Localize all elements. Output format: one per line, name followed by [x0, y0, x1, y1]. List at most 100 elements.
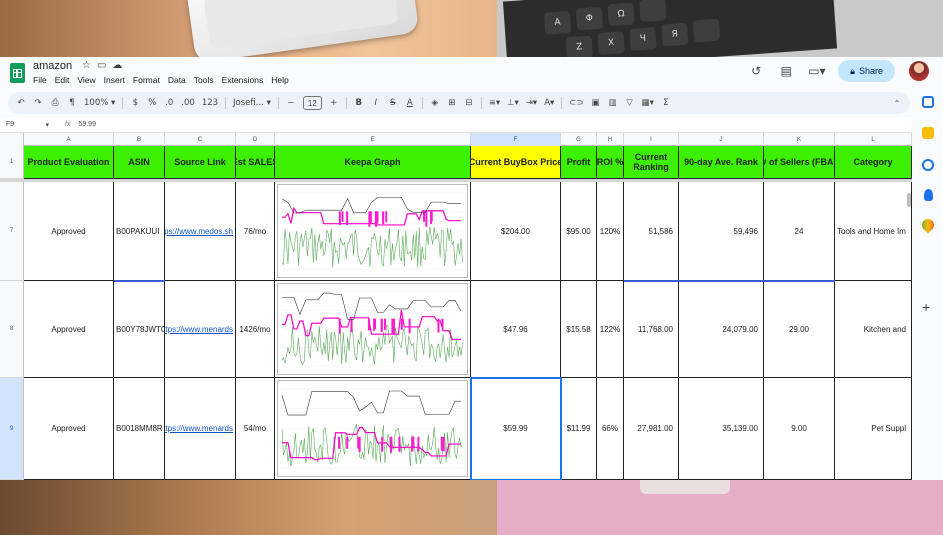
print-icon[interactable]: ⎙ — [50, 98, 60, 108]
menu-extensions[interactable]: Extensions — [222, 75, 264, 85]
sales-cell[interactable]: 76/mo — [236, 182, 275, 281]
column-header-j[interactable]: J — [679, 133, 764, 146]
source-link-cell[interactable]: https://www.menards. — [165, 281, 236, 378]
merge-cells-icon[interactable]: ⊟ — [464, 98, 474, 108]
vertical-align-icon[interactable]: ⊥▾ — [507, 98, 519, 108]
menu-view[interactable]: View — [77, 75, 95, 85]
meet-icon[interactable]: ▭▾ — [808, 64, 825, 78]
keepa-graph-cell[interactable] — [275, 281, 471, 378]
price-cell[interactable]: $204.00 — [471, 182, 561, 281]
column-header-b[interactable]: B — [114, 133, 165, 146]
keepa-graph-cell[interactable] — [275, 378, 471, 480]
avg-rank-cell[interactable]: 35,139.00 — [679, 378, 764, 480]
maps-icon[interactable] — [919, 216, 937, 234]
sellers-cell[interactable]: 24 — [764, 182, 835, 281]
currency-button[interactable]: $ — [130, 98, 140, 108]
move-folder-icon[interactable]: ▭ — [97, 60, 106, 71]
bold-icon[interactable]: B — [354, 98, 364, 108]
menu-file[interactable]: File — [33, 75, 47, 85]
text-rotate-icon[interactable]: A▾ — [544, 98, 554, 108]
category-cell[interactable]: Tools and Home Im — [835, 182, 912, 281]
column-header-i[interactable]: I — [624, 133, 679, 146]
strikethrough-icon[interactable]: S — [388, 98, 398, 108]
menu-insert[interactable]: Insert — [104, 75, 125, 85]
column-header-k[interactable]: K — [764, 133, 835, 146]
redo-icon[interactable]: ↷ — [33, 98, 43, 108]
column-header-g[interactable]: G — [561, 133, 597, 146]
header-cell[interactable]: Product Evaluation — [24, 146, 114, 179]
avg-rank-cell[interactable]: 59,496 — [679, 182, 764, 281]
header-cell[interactable]: Keepa Graph — [275, 146, 471, 179]
evaluation-cell[interactable]: Approved — [24, 378, 114, 480]
name-box[interactable]: F9 ▾ — [0, 121, 55, 129]
roi-cell[interactable]: 66% — [597, 378, 624, 480]
zoom-select[interactable]: 100% ▾ — [84, 98, 115, 108]
category-cell[interactable]: Kitchen and — [835, 281, 912, 378]
document-title[interactable]: amazon — [33, 60, 72, 72]
keepa-graph-cell[interactable] — [275, 182, 471, 281]
price-cell[interactable]: $47.96 — [471, 281, 561, 378]
roi-cell[interactable]: 122% — [597, 281, 624, 378]
source-link-cell[interactable]: https://www.medos.sh — [165, 182, 236, 281]
profit-cell[interactable]: $95.00 — [561, 182, 597, 281]
italic-icon[interactable]: I — [371, 98, 381, 108]
font-size-increase[interactable]: + — [329, 98, 339, 108]
row-header[interactable]: 1 — [0, 146, 24, 179]
column-header-l[interactable]: L — [835, 133, 912, 146]
profit-cell[interactable]: $15.58 — [561, 281, 597, 378]
decrease-decimal-button[interactable]: .0 — [164, 98, 174, 108]
header-cell[interactable]: # of Sellers (FBA) — [764, 146, 835, 179]
asin-cell[interactable]: B00PAKUUI — [114, 182, 165, 281]
rank-cell[interactable]: 27,981.00 — [624, 378, 679, 480]
calendar-icon[interactable] — [922, 96, 934, 108]
category-cell[interactable]: Pet Suppl — [835, 378, 912, 480]
menu-format[interactable]: Format — [133, 75, 160, 85]
column-header-f[interactable]: F — [471, 133, 561, 146]
keepa-graph-image[interactable] — [277, 380, 468, 477]
header-cell[interactable]: Current BuyBox Price — [471, 146, 561, 179]
history-icon[interactable]: ↺ — [748, 64, 764, 78]
header-cell[interactable]: Profit — [561, 146, 597, 179]
font-size-input[interactable]: 12 — [302, 96, 322, 110]
chart-icon[interactable]: ▥ — [608, 98, 618, 108]
fill-color-icon[interactable]: ◈ — [430, 98, 440, 108]
sellers-cell[interactable]: 9.00 — [764, 378, 835, 480]
undo-icon[interactable]: ↶ — [16, 98, 26, 108]
source-link[interactable]: https://www.menards. — [165, 325, 233, 334]
source-link[interactable]: https://www.menards. — [165, 424, 233, 433]
number-format-button[interactable]: 123 — [202, 98, 218, 108]
header-cell[interactable]: Est SALES — [236, 146, 275, 179]
menu-tools[interactable]: Tools — [194, 75, 214, 85]
row-header[interactable]: 9 — [0, 378, 24, 480]
functions-icon[interactable]: Σ — [661, 98, 671, 108]
avg-rank-cell[interactable]: 24,079.00 — [679, 281, 764, 378]
menu-edit[interactable]: Edit — [55, 75, 70, 85]
header-cell[interactable]: ASIN — [114, 146, 165, 179]
filter-icon[interactable]: ▽ — [625, 98, 635, 108]
formula-input[interactable]: 59.99 — [78, 121, 96, 128]
asin-cell[interactable]: B00Y78JWTQ — [114, 281, 165, 378]
header-cell[interactable]: Category — [835, 146, 912, 179]
header-cell[interactable]: Current Ranking — [624, 146, 679, 179]
avatar[interactable] — [909, 61, 929, 81]
header-cell[interactable]: 90-day Ave. Rank — [679, 146, 764, 179]
font-select[interactable]: Josefi... ▾ — [233, 98, 271, 108]
text-wrap-icon[interactable]: ⇥▾ — [526, 98, 537, 108]
font-size-decrease[interactable]: − — [286, 98, 296, 108]
column-header-e[interactable]: E — [275, 133, 471, 146]
paint-format-icon[interactable]: ¶ — [67, 98, 77, 108]
sellers-cell[interactable]: 29.00 — [764, 281, 835, 378]
select-all-corner[interactable] — [0, 133, 24, 146]
horizontal-align-icon[interactable]: ≡▾ — [489, 98, 500, 108]
column-header-d[interactable]: D — [236, 133, 275, 146]
keep-icon[interactable] — [922, 127, 934, 139]
sheets-logo-icon[interactable] — [10, 63, 25, 83]
add-addon-icon[interactable]: + — [922, 299, 930, 315]
contacts-icon[interactable] — [924, 189, 933, 201]
row-header[interactable]: 7 — [0, 182, 24, 281]
sales-cell[interactable]: 54/mo — [236, 378, 275, 480]
borders-icon[interactable]: ⊞ — [447, 98, 457, 108]
price-cell[interactable]: $59.99 — [471, 378, 561, 480]
comments-icon[interactable]: ▤ — [778, 64, 794, 78]
filter-views-icon[interactable]: ▦▾ — [642, 98, 654, 108]
